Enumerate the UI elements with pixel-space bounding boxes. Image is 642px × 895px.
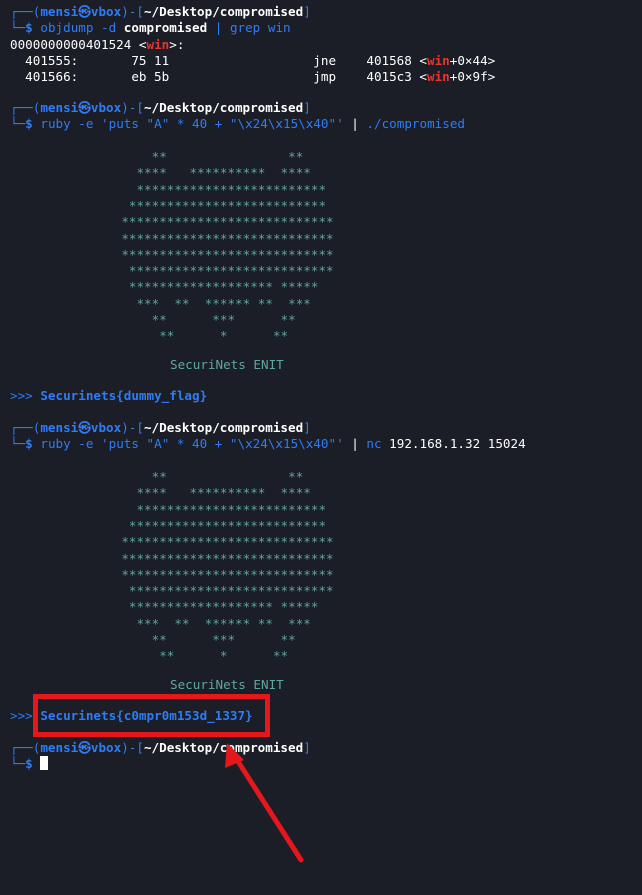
- arrow-shaft: [229, 749, 304, 863]
- red-arrow-annotation: [225, 743, 304, 863]
